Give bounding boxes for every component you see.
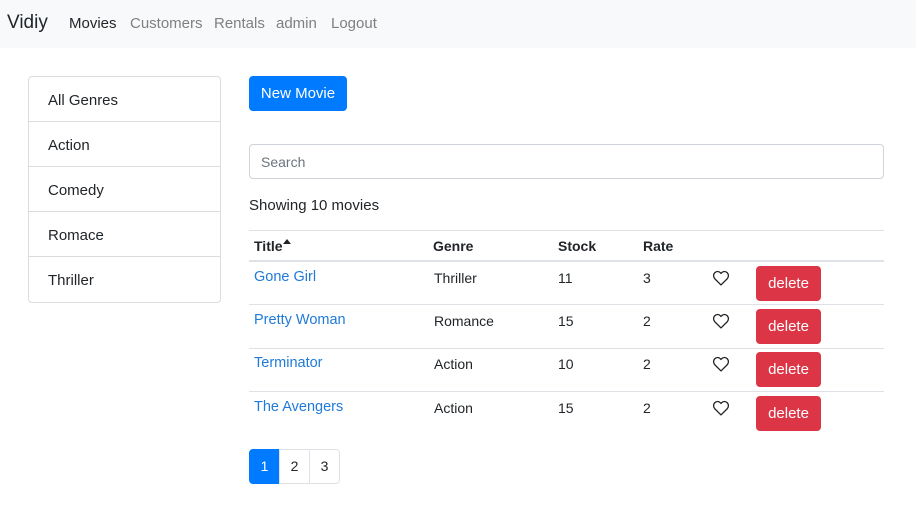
delete-button[interactable]: delete xyxy=(756,396,821,431)
table-top-border xyxy=(249,230,884,231)
movie-rate: 2 xyxy=(643,400,651,416)
pagination: 1 2 3 xyxy=(249,449,340,484)
brand-logo[interactable]: Vidiy xyxy=(7,12,48,34)
nav-admin[interactable]: admin xyxy=(276,15,317,32)
movie-rate: 2 xyxy=(643,313,651,329)
caret-up-icon xyxy=(282,239,291,244)
movie-rate: 3 xyxy=(643,270,651,286)
heart-outline-icon[interactable] xyxy=(712,400,730,416)
movie-genre: Romance xyxy=(434,313,494,329)
movie-stock: 11 xyxy=(558,270,573,286)
nav-movies[interactable]: Movies xyxy=(69,15,117,32)
row-divider xyxy=(249,348,884,349)
row-divider xyxy=(249,304,884,305)
page-button-2[interactable]: 2 xyxy=(279,449,310,484)
heart-outline-icon[interactable] xyxy=(712,270,730,286)
delete-button[interactable]: delete xyxy=(756,309,821,344)
column-header-rate[interactable]: Rate xyxy=(643,238,673,254)
nav-customers[interactable]: Customers xyxy=(130,15,203,32)
genre-item-comedy[interactable]: Comedy xyxy=(29,167,220,212)
page-button-3[interactable]: 3 xyxy=(309,449,340,484)
movie-title-link[interactable]: Pretty Woman xyxy=(254,312,346,328)
row-divider xyxy=(249,391,884,392)
search-input[interactable] xyxy=(249,144,884,179)
movie-count-text: Showing 10 movies xyxy=(249,197,380,214)
genre-item-action[interactable]: Action xyxy=(29,122,220,167)
delete-button[interactable]: delete xyxy=(756,352,821,387)
heart-outline-icon[interactable] xyxy=(712,356,730,372)
movie-title-link[interactable]: Terminator xyxy=(254,355,323,371)
navbar: Vidiy Movies Customers Rentals admin Log… xyxy=(0,0,916,48)
delete-button[interactable]: delete xyxy=(756,266,821,301)
genre-item-romance[interactable]: Romace xyxy=(29,212,220,257)
column-header-genre[interactable]: Genre xyxy=(433,238,473,254)
genre-item-all[interactable]: All Genres xyxy=(29,77,220,122)
movie-stock: 10 xyxy=(558,356,574,372)
nav-logout[interactable]: Logout xyxy=(331,15,377,32)
movie-stock: 15 xyxy=(558,400,574,416)
table-header-border xyxy=(249,260,884,262)
movie-genre: Action xyxy=(434,356,473,372)
movie-title-link[interactable]: The Avengers xyxy=(254,399,343,415)
movie-genre: Action xyxy=(434,400,473,416)
movie-stock: 15 xyxy=(558,313,574,329)
new-movie-button[interactable]: New Movie xyxy=(249,76,347,111)
genre-list: All Genres Action Comedy Romace Thriller xyxy=(28,76,221,303)
column-header-title[interactable]: Title xyxy=(254,238,291,254)
movie-genre: Thriller xyxy=(434,270,477,286)
nav-rentals[interactable]: Rentals xyxy=(214,15,265,32)
page-button-1[interactable]: 1 xyxy=(249,449,280,484)
movie-title-link[interactable]: Gone Girl xyxy=(254,269,316,285)
column-header-stock[interactable]: Stock xyxy=(558,238,596,254)
movie-rate: 2 xyxy=(643,356,651,372)
genre-item-thriller[interactable]: Thriller xyxy=(29,257,220,302)
heart-outline-icon[interactable] xyxy=(712,313,730,329)
